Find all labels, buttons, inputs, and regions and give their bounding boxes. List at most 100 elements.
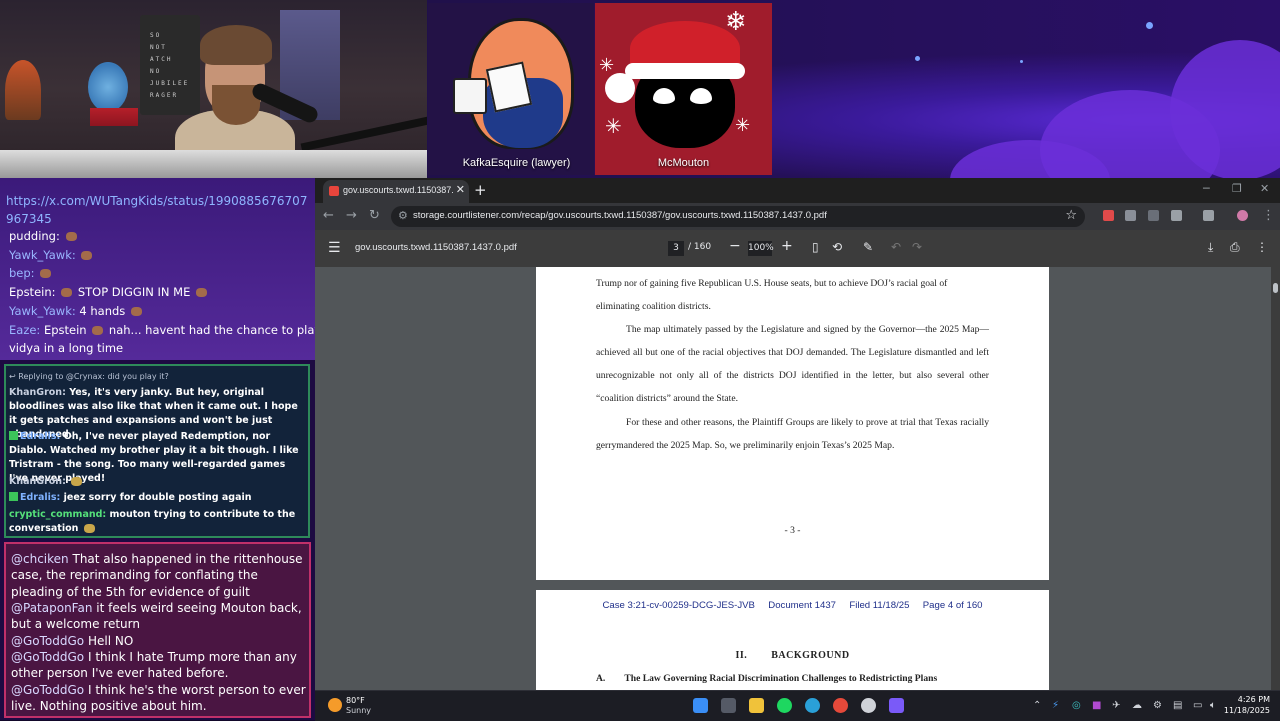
streamer-hair — [200, 25, 272, 65]
reply-note: ↩ Replying to @Crynax: did you play it? — [9, 372, 169, 381]
sun-icon[interactable] — [328, 698, 342, 712]
chat-username[interactable]: KhanGron: — [9, 387, 66, 398]
sidepanel-icon[interactable] — [1203, 210, 1214, 221]
page-footer-number: - 3 - — [784, 525, 801, 536]
close-icon[interactable]: ✕ — [456, 183, 465, 196]
scrollbar-thumb[interactable] — [1273, 283, 1278, 293]
undo-icon[interactable]: ↶ — [891, 240, 901, 254]
scrollbar[interactable] — [1271, 267, 1280, 690]
maximize-icon[interactable]: ❐ — [1232, 182, 1242, 195]
forward-arrow-icon[interactable]: → — [346, 208, 357, 223]
chat-username[interactable]: pudding: — [9, 229, 60, 243]
chat-username[interactable]: cryptic_command: — [9, 509, 106, 520]
steam-icon[interactable] — [861, 698, 876, 713]
avatar-name-mouton: McMouton — [657, 157, 710, 169]
emote-icon — [71, 477, 83, 486]
tray-overflow-icon[interactable]: ⌃ — [1033, 700, 1041, 711]
bookmark-star-icon[interactable]: ☆ — [1065, 208, 1077, 223]
back-arrow-icon[interactable]: ← — [323, 208, 334, 223]
avatar-name-kafka: KafkaEsquire (lawyer) — [462, 157, 571, 169]
tray-app-icon[interactable]: ■ — [1092, 700, 1101, 711]
redo-icon[interactable]: ↷ — [912, 240, 922, 254]
extension-icon[interactable] — [1125, 210, 1136, 221]
chat-username[interactable]: Eaze: — [9, 323, 40, 337]
chat-username[interactable]: Edralis: — [20, 431, 60, 442]
profile-avatar-icon[interactable] — [1237, 210, 1248, 221]
zoom-level[interactable]: 100% — [748, 241, 774, 256]
clock-time[interactable]: 4:26 PM — [1238, 695, 1270, 704]
annotate-icon[interactable]: ✎ — [863, 240, 873, 254]
site-info-icon[interactable]: ⚙ — [398, 209, 408, 222]
chat-message: cryptic_command: mouton trying to contri… — [9, 508, 307, 536]
zoom-out-icon[interactable]: − — [729, 238, 741, 254]
chat-message: @chciken That also happened in the ritte… — [11, 551, 309, 600]
page-number-input[interactable]: 3 — [668, 241, 684, 256]
chat-text: nah... havent had the chance to play — [108, 323, 315, 337]
webcam-figurine — [88, 62, 128, 112]
obs-icon[interactable] — [889, 698, 904, 713]
reload-icon[interactable]: ↻ — [369, 208, 380, 223]
tray-app-icon[interactable]: ▤ — [1173, 700, 1182, 711]
star-dot — [1146, 22, 1153, 29]
download-icon[interactable]: ⤓ — [1208, 240, 1213, 255]
chat-message: KhanGron: — [9, 475, 307, 489]
tray-app-icon[interactable]: ◎ — [1072, 700, 1081, 711]
chat-text: STOP DIGGIN IN ME — [77, 285, 191, 299]
extension-icon[interactable] — [1148, 210, 1159, 221]
chat-text: jeez sorry for double posting again — [63, 492, 252, 503]
avatar-card-kafka: KafkaEsquire (lawyer) — [428, 3, 605, 175]
chat-username[interactable]: Epstein: — [9, 285, 56, 299]
extension-icon[interactable] — [1103, 210, 1114, 221]
chat-username[interactable]: @chciken — [11, 552, 69, 566]
weather-description[interactable]: Sunny — [346, 706, 371, 715]
file-explorer-icon[interactable] — [749, 698, 764, 713]
weather-temperature[interactable]: 80°F — [346, 696, 365, 705]
pdf-toolbar: ☰ gov.uscourts.txwd.1150387.1437.0.pdf 3… — [315, 230, 1280, 267]
address-bar[interactable]: ⚙ storage.courtlistener.com/recap/gov.us… — [391, 206, 1085, 227]
chat-username[interactable]: @GoToddGo — [11, 634, 84, 648]
santa-hat-pom — [605, 73, 635, 103]
volume-icon[interactable]: 🔈︎ — [1210, 700, 1216, 711]
tray-app-icon[interactable]: ✈ — [1112, 700, 1120, 711]
chat-panel-bottom: @chciken That also happened in the ritte… — [4, 542, 311, 718]
tray-app-icon[interactable]: ⚡ — [1052, 700, 1059, 711]
more-options-icon[interactable]: ⋮ — [1256, 240, 1268, 254]
chat-username[interactable]: bep: — [9, 266, 35, 280]
chat-username[interactable]: Yawk_Yawk: — [9, 248, 76, 262]
browser-toolbar: ← → ↻ ⚙ storage.courtlistener.com/recap/… — [315, 203, 1280, 230]
print-icon[interactable]: ⎙ — [1230, 240, 1240, 255]
chat-username[interactable]: KhanGron: — [9, 476, 66, 487]
minimize-icon[interactable]: ─ — [1203, 182, 1210, 195]
new-tab-button[interactable]: + — [474, 181, 487, 199]
chrome-icon[interactable] — [833, 698, 848, 713]
chat-message: Eaze: Epstein nah... havent had the chan… — [9, 321, 315, 339]
network-icon[interactable]: ▭ — [1193, 700, 1202, 711]
windows-start-icon[interactable] — [693, 698, 708, 713]
close-window-icon[interactable]: ✕ — [1260, 182, 1269, 195]
emote-icon — [92, 326, 104, 335]
paragraph: The map ultimately passed by the Legisla… — [596, 324, 989, 404]
clock-date[interactable]: 11/18/2025 — [1224, 706, 1270, 715]
webcam-keyboard — [0, 150, 427, 178]
chat-username[interactable]: @PataponFan — [11, 601, 92, 615]
spotify-icon[interactable] — [777, 698, 792, 713]
chat-username[interactable]: Edralis: — [20, 492, 60, 503]
hamburger-menu-icon[interactable]: ☰ — [328, 240, 341, 256]
chat-link[interactable]: https://x.com/WUTangKids/status/19908856… — [6, 192, 310, 228]
chat-username[interactable]: Yawk_Yawk: — [9, 304, 76, 318]
edge-icon[interactable] — [805, 698, 820, 713]
task-view-icon[interactable] — [721, 698, 736, 713]
chat-username[interactable]: @GoToddGo — [11, 650, 84, 664]
zoom-in-icon[interactable]: + — [781, 238, 793, 254]
tray-app-icon[interactable]: ☁ — [1132, 700, 1142, 711]
extensions-puzzle-icon[interactable] — [1171, 210, 1182, 221]
chat-username[interactable]: @GoToddGo — [11, 683, 84, 697]
tray-app-icon[interactable]: ⚙ — [1153, 700, 1162, 711]
kebab-menu-icon[interactable]: ⋮ — [1262, 208, 1275, 223]
url-text[interactable]: storage.courtlistener.com/recap/gov.usco… — [413, 210, 827, 221]
chat-message: Yawk_Yawk: — [9, 246, 309, 264]
pdf-viewport[interactable]: Trump nor of gaining five Republican U.S… — [315, 267, 1280, 690]
tab-pdf[interactable]: gov.uscourts.txwd.1150387.14 ✕ — [323, 180, 469, 203]
fit-page-icon[interactable]: ▯ — [812, 240, 819, 254]
rotate-icon[interactable]: ⟲ — [832, 240, 842, 254]
